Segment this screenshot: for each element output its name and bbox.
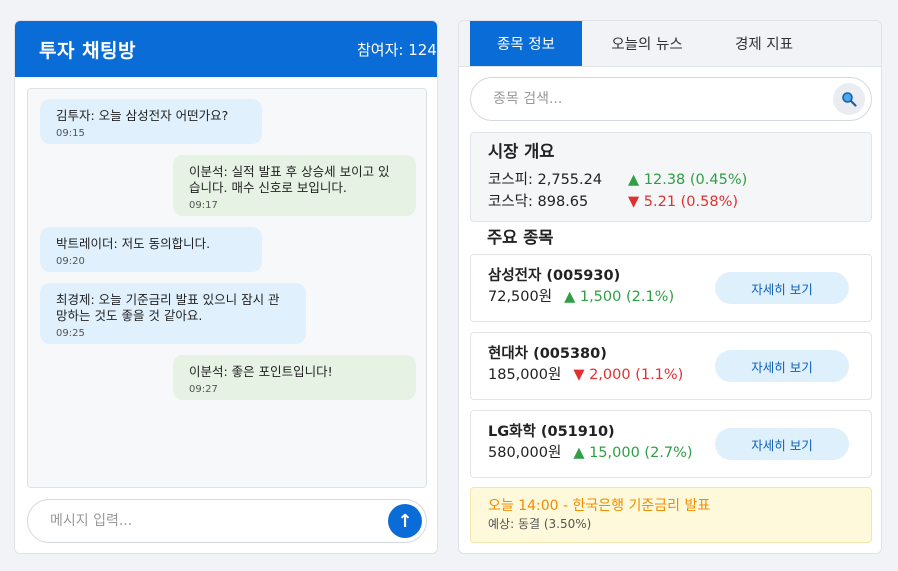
chat-message: 이분석: 실적 발표 후 상승세 보이고 있습니다. 매수 신호로 보입니다. … (173, 155, 416, 216)
message-time: 09:20 (56, 256, 85, 267)
message-time: 09:27 (189, 384, 218, 395)
view-details-button[interactable]: 자세히 보기 (715, 428, 849, 460)
tab-economic-indicators[interactable]: 경제 지표 (712, 21, 816, 66)
chat-header: 투자 채팅방 참여자: 124명 (15, 21, 437, 77)
market-overview-title: 시장 개요 (488, 142, 555, 161)
message-text: 최경제: 오늘 기준금리 발표 있으니 잠시 관망하는 것도 좋을 것 같아요. (56, 292, 280, 323)
search-icon (842, 92, 857, 107)
stock-card-lgchem: LG화학 (051910) 580,000원 ▲ 15,000 (2.7%) 자… (470, 410, 872, 478)
stock-card-samsung: 삼성전자 (005930) 72,500원 ▲ 1,500 (2.1%) 자세히… (470, 254, 872, 322)
stock-price: 72,500원 (488, 289, 553, 305)
message-time: 09:15 (56, 128, 85, 139)
major-stocks-title: 주요 종목 (487, 228, 554, 247)
participant-count: 참여자: 124명 (357, 40, 437, 59)
stock-change: ▲ 15,000 (2.7%) (573, 445, 693, 461)
tab-today-news[interactable]: 오늘의 뉴스 (582, 21, 712, 66)
message-input[interactable] (50, 513, 388, 529)
stock-change: ▲ 1,500 (2.1%) (564, 289, 675, 305)
tab-stock-info[interactable]: 종목 정보 (470, 21, 582, 66)
tab-label: 경제 지표 (735, 37, 793, 53)
index-row-kospi: 코스피: 2,755.24 ▲ 12.38 (0.45%) (488, 169, 854, 191)
stock-search-input[interactable] (493, 91, 833, 107)
message-time: 09:17 (189, 200, 218, 211)
tab-bar: 종목 정보 오늘의 뉴스 경제 지표 (459, 21, 881, 67)
market-overview: 시장 개요 코스피: 2,755.24 ▲ 12.38 (0.45%) 코스닥:… (470, 132, 872, 222)
arrow-up-icon: ↑ (397, 510, 413, 532)
index-change: ▲ 12.38 (0.45%) (628, 172, 748, 188)
notice-subtitle: 예상: 동결 (3.50%) (488, 517, 592, 531)
chat-message: 이분석: 좋은 포인트입니다! 09:27 (173, 355, 416, 400)
message-time: 09:25 (56, 328, 85, 339)
stock-change: ▼ 2,000 (1.1%) (573, 367, 684, 383)
tab-label: 오늘의 뉴스 (611, 37, 683, 53)
message-text: 이분석: 좋은 포인트입니다! (189, 364, 333, 379)
send-button[interactable]: ↑ (388, 504, 422, 538)
chat-title: 투자 채팅방 (39, 39, 137, 62)
tab-label: 종목 정보 (497, 37, 555, 53)
stock-search-bar (470, 77, 872, 121)
search-button[interactable] (833, 83, 865, 115)
stock-price: 185,000원 (488, 367, 562, 383)
rate-announcement-notice: 오늘 14:00 - 한국은행 기준금리 발표 예상: 동결 (3.50%) (470, 487, 872, 543)
view-details-button[interactable]: 자세히 보기 (715, 272, 849, 304)
chat-message: 김투자: 오늘 삼성전자 어떤가요? 09:15 (40, 99, 262, 144)
index-row-kosdaq: 코스닥: 898.65 ▼ 5.21 (0.58%) (488, 191, 854, 213)
stock-card-hyundai: 현대차 (005380) 185,000원 ▼ 2,000 (1.1%) 자세히… (470, 332, 872, 400)
chat-message: 박트레이더: 저도 동의합니다. 09:20 (40, 227, 262, 272)
message-text: 김투자: 오늘 삼성전자 어떤가요? (56, 108, 229, 123)
message-text: 박트레이더: 저도 동의합니다. (56, 236, 211, 251)
chat-panel: 투자 채팅방 참여자: 124명 김투자: 오늘 삼성전자 어떤가요? 09:1… (14, 20, 438, 554)
stock-info-panel: 종목 정보 오늘의 뉴스 경제 지표 시장 개요 코스피: 2,755.24 ▲… (458, 20, 882, 554)
stock-price: 580,000원 (488, 445, 562, 461)
chat-message-list[interactable]: 김투자: 오늘 삼성전자 어떤가요? 09:15 이분석: 실적 발표 후 상승… (27, 88, 427, 488)
message-input-bar: ↑ (27, 499, 427, 543)
index-change: ▼ 5.21 (0.58%) (628, 194, 739, 210)
chat-message: 최경제: 오늘 기준금리 발표 있으니 잠시 관망하는 것도 좋을 것 같아요.… (40, 283, 306, 344)
view-details-button[interactable]: 자세히 보기 (715, 350, 849, 382)
index-value: 코스닥: 898.65 (488, 194, 589, 210)
message-text: 이분석: 실적 발표 후 상승세 보이고 있습니다. 매수 신호로 보입니다. (189, 164, 390, 195)
index-value: 코스피: 2,755.24 (488, 172, 603, 188)
notice-title: 오늘 14:00 - 한국은행 기준금리 발표 (488, 498, 711, 514)
